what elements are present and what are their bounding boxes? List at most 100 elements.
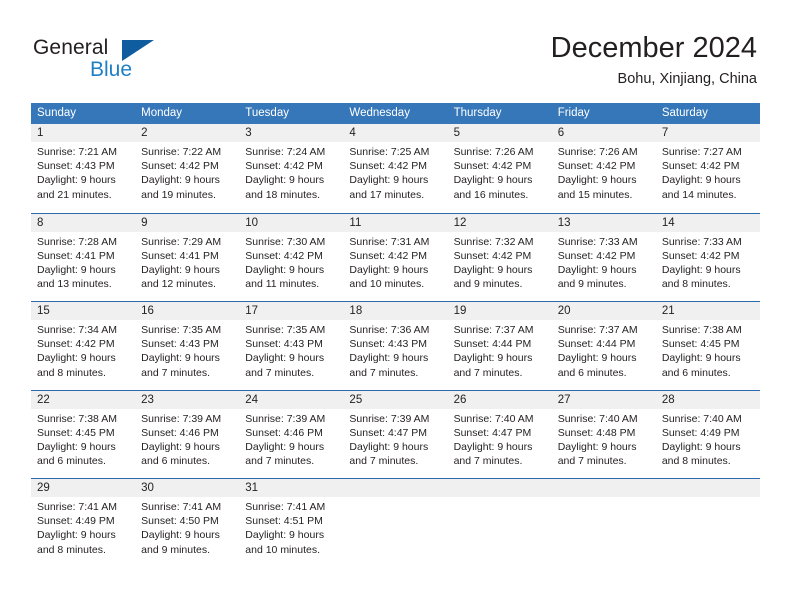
daylight-text-line1: Daylight: 9 hours xyxy=(453,174,533,187)
sunrise-text: Sunrise: 7:31 AM xyxy=(349,235,430,248)
day-number: 19 xyxy=(453,305,467,317)
general-blue-logo[interactable]: General Blue xyxy=(33,36,213,86)
weekday-header-monday: Monday xyxy=(141,107,183,119)
day-number: 5 xyxy=(453,127,460,139)
daylight-text-line1: Daylight: 9 hours xyxy=(661,352,741,365)
sunrise-text: Sunrise: 7:35 AM xyxy=(141,324,222,336)
daylight-text-line2: and 6 minutes. xyxy=(141,455,211,468)
day-cell[interactable]: 25 Sunrise: 7:39 AM Sunset: 4:47 PM Dayligh… xyxy=(343,391,447,479)
sunrise-text: Sunrise: 7:34 AM xyxy=(37,324,117,336)
sunset-text: Sunset: 4:43 PM xyxy=(141,338,219,351)
day-info: Sunrise: 7:37 AM Sunset: 4:44 PM Daylight:… xyxy=(454,323,546,380)
sunset-text: Sunset: 4:44 PM xyxy=(557,338,636,351)
day-cell[interactable]: 8 Sunrise: 7:28 AM Sunset: 4:41 PM Daylight… xyxy=(31,214,135,302)
day-number: 17 xyxy=(245,305,259,317)
day-cell[interactable]: 21 Sunrise: 7:38 AM Sunset: 4:45 PM Dayligh… xyxy=(656,302,760,390)
sunset-text: Sunset: 4:42 PM xyxy=(557,160,636,173)
day-cell[interactable]: 13 Sunrise: 7:33 AM Sunset: 4:42 PM Dayligh… xyxy=(552,214,656,302)
sunset-text: Sunset: 4:41 PM xyxy=(141,249,219,262)
day-cell[interactable]: 4 Sunrise: 7:25 AM Sunset: 4:42 PM Daylight… xyxy=(343,124,447,213)
day-info: Sunrise: 7:30 AM Sunset: 4:42 PM Daylight:… xyxy=(245,235,337,292)
day-cell[interactable]: 9 Sunrise: 7:29 AM Sunset: 4:41 PM Daylight… xyxy=(135,214,239,302)
day-info: Sunrise: 7:22 AM Sunset: 4:42 PM Daylight:… xyxy=(141,145,233,202)
day-cell[interactable]: 30 Sunrise: 7:41 AM Sunset: 4:50 PM Dayligh… xyxy=(135,479,239,567)
day-cell[interactable]: 15 Sunrise: 7:34 AM Sunset: 4:42 PM Dayligh… xyxy=(31,302,135,390)
daylight-text-line2: and 6 minutes. xyxy=(661,366,731,379)
sunrise-text: Sunrise: 7:32 AM xyxy=(453,235,534,248)
daylight-text-line1: Daylight: 9 hours xyxy=(141,263,220,276)
daylight-text-line1: Daylight: 9 hours xyxy=(141,440,220,453)
day-cell[interactable]: 20 Sunrise: 7:37 AM Sunset: 4:44 PM Dayligh… xyxy=(552,302,656,390)
day-cell[interactable]: 19 Sunrise: 7:37 AM Sunset: 4:44 PM Dayligh… xyxy=(448,302,552,390)
day-number: 24 xyxy=(245,393,259,406)
day-number: 4 xyxy=(349,127,356,139)
daylight-text-line2: and 7 minutes. xyxy=(453,455,523,468)
sunrise-text: Sunrise: 7:26 AM xyxy=(453,146,534,158)
day-info: Sunrise: 7:31 AM Sunset: 4:42 PM Daylight:… xyxy=(349,235,441,292)
daylight-text-line1: Daylight: 9 hours xyxy=(141,529,220,542)
sunset-text: Sunset: 4:44 PM xyxy=(453,338,532,351)
sunrise-text: Sunrise: 7:21 AM xyxy=(37,146,117,158)
day-cell[interactable]: 2 Sunrise: 7:22 AM Sunset: 4:42 PM Daylight… xyxy=(135,124,239,213)
sunset-text: Sunset: 4:47 PM xyxy=(349,426,428,439)
sunrise-text: Sunrise: 7:39 AM xyxy=(141,412,222,425)
sunset-text: Sunset: 4:42 PM xyxy=(37,338,115,351)
day-info: Sunrise: 7:39 AM Sunset: 4:46 PM Daylight:… xyxy=(141,412,233,469)
day-number: 31 xyxy=(245,482,259,494)
day-cell[interactable]: 12 Sunrise: 7:32 AM Sunset: 4:42 PM Dayligh… xyxy=(448,214,552,302)
day-cell[interactable]: 17 Sunrise: 7:35 AM Sunset: 4:43 PM Dayligh… xyxy=(239,302,343,390)
day-cell[interactable]: 10 Sunrise: 7:30 AM Sunset: 4:42 PM Dayligh… xyxy=(239,214,343,302)
day-info: Sunrise: 7:39 AM Sunset: 4:46 PM Daylight:… xyxy=(245,412,337,469)
daylight-text-line2: and 7 minutes. xyxy=(349,366,419,379)
day-cell[interactable]: 28 Sunrise: 7:40 AM Sunset: 4:49 PM Dayligh… xyxy=(656,391,760,479)
day-cell[interactable]: 29 Sunrise: 7:41 AM Sunset: 4:49 PM Dayligh… xyxy=(31,479,135,567)
daylight-text-line2: and 8 minutes. xyxy=(37,366,106,379)
day-cell[interactable]: 18 Sunrise: 7:36 AM Sunset: 4:43 PM Dayligh… xyxy=(343,302,447,390)
day-info: Sunrise: 7:27 AM Sunset: 4:42 PM Daylight:… xyxy=(662,145,754,202)
day-cell[interactable]: 26 Sunrise: 7:40 AM Sunset: 4:47 PM Dayligh… xyxy=(448,391,552,479)
calendar-week-row: 29 Sunrise: 7:41 AM Sunset: 4:49 PM Dayligh… xyxy=(31,478,760,567)
day-cell[interactable]: 27 Sunrise: 7:40 AM Sunset: 4:48 PM Dayligh… xyxy=(552,391,656,479)
day-cell[interactable]: 16 Sunrise: 7:35 AM Sunset: 4:43 PM Dayligh… xyxy=(135,302,239,390)
day-cell[interactable]: 1 Sunrise: 7:21 AM Sunset: 4:43 PM Daylight… xyxy=(31,124,135,213)
title-block: December 2024 Bohu, Xinjiang, China xyxy=(551,30,757,89)
daylight-text-line2: and 17 minutes. xyxy=(349,188,425,201)
daylight-text-line1: Daylight: 9 hours xyxy=(453,263,533,276)
sunrise-text: Sunrise: 7:37 AM xyxy=(453,324,534,336)
daylight-text-line1: Daylight: 9 hours xyxy=(37,352,116,365)
page-header: General Blue December 2024 Bohu, Xinjian… xyxy=(0,0,792,100)
day-cell[interactable]: 5 Sunrise: 7:26 AM Sunset: 4:42 PM Daylight… xyxy=(448,124,552,213)
weekday-header-sunday: Sunday xyxy=(37,107,77,119)
weekday-header-friday: Friday xyxy=(557,107,590,119)
sunrise-text: Sunrise: 7:24 AM xyxy=(245,146,326,158)
day-number: 8 xyxy=(37,216,44,229)
daylight-text-line1: Daylight: 9 hours xyxy=(245,263,325,276)
daylight-text-line2: and 18 minutes. xyxy=(245,188,320,201)
day-number: 1 xyxy=(37,127,44,139)
sunset-text: Sunset: 4:42 PM xyxy=(453,249,532,262)
day-cell[interactable]: 31 Sunrise: 7:41 AM Sunset: 4:51 PM Dayligh… xyxy=(239,479,343,567)
daylight-text-line1: Daylight: 9 hours xyxy=(37,529,116,542)
sunset-text: Sunset: 4:42 PM xyxy=(349,160,428,173)
daylight-text-line1: Daylight: 9 hours xyxy=(141,352,220,365)
day-cell[interactable]: 3 Sunrise: 7:24 AM Sunset: 4:42 PM Daylight… xyxy=(239,124,343,213)
day-cell[interactable]: 11 Sunrise: 7:31 AM Sunset: 4:42 PM Dayligh… xyxy=(343,214,447,302)
sunrise-text: Sunrise: 7:40 AM xyxy=(453,412,534,425)
sunset-text: Sunset: 4:43 PM xyxy=(37,160,115,173)
day-number: 28 xyxy=(661,393,675,406)
day-info: Sunrise: 7:40 AM Sunset: 4:49 PM Daylight:… xyxy=(662,412,754,469)
day-cell[interactable]: 6 Sunrise: 7:26 AM Sunset: 4:42 PM Daylight… xyxy=(552,124,656,213)
day-cell[interactable]: 14 Sunrise: 7:33 AM Sunset: 4:42 PM Dayligh… xyxy=(656,214,760,302)
daylight-text-line2: and 7 minutes. xyxy=(245,455,315,468)
day-number: 10 xyxy=(245,216,259,229)
day-cell[interactable]: 24 Sunrise: 7:39 AM Sunset: 4:46 PM Dayligh… xyxy=(239,391,343,479)
day-cell[interactable]: 22 Sunrise: 7:38 AM Sunset: 4:45 PM Dayligh… xyxy=(31,391,135,479)
daylight-text-line2: and 6 minutes. xyxy=(37,455,106,468)
day-info: Sunrise: 7:38 AM Sunset: 4:45 PM Daylight:… xyxy=(662,323,754,380)
daylight-text-line2: and 8 minutes. xyxy=(661,455,731,468)
day-number: 22 xyxy=(37,393,50,406)
day-cell[interactable]: 23 Sunrise: 7:39 AM Sunset: 4:46 PM Dayligh… xyxy=(135,391,239,479)
daylight-text-line2: and 7 minutes. xyxy=(453,366,523,379)
sunset-text: Sunset: 4:42 PM xyxy=(245,249,323,262)
day-cell[interactable]: 7 Sunrise: 7:27 AM Sunset: 4:42 PM Daylight… xyxy=(656,124,760,213)
